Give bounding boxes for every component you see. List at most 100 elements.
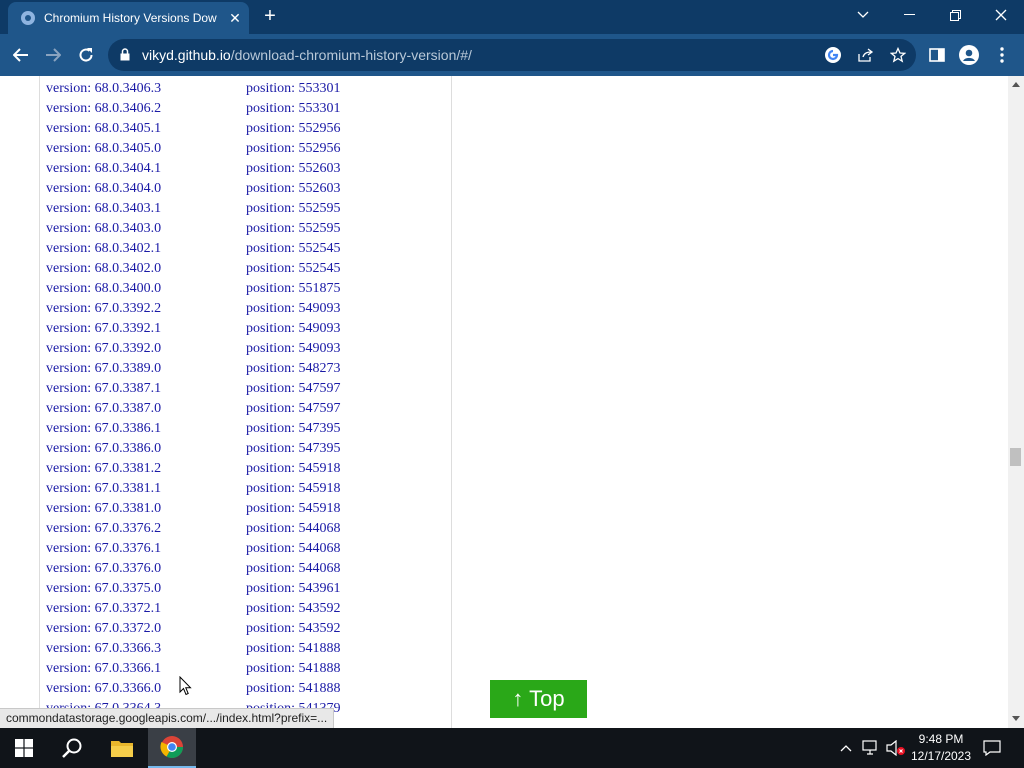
position-link[interactable]: position: 552603 [246,181,341,197]
position-link[interactable]: position: 543592 [246,601,341,617]
reload-icon[interactable] [73,42,99,68]
position-link[interactable]: position: 541888 [246,681,341,697]
browser-tab[interactable]: Chromium History Versions Dow ✕ [8,2,249,34]
version-link[interactable]: version: 68.0.3403.0 [46,221,161,237]
mouse-cursor-icon [179,676,192,696]
restore-button[interactable] [932,0,978,30]
side-panel-icon[interactable] [924,42,950,68]
version-link[interactable]: version: 67.0.3372.0 [46,621,161,637]
version-link[interactable]: version: 67.0.3376.2 [46,521,161,537]
version-link[interactable]: version: 67.0.3376.0 [46,561,161,577]
position-link[interactable]: position: 552545 [246,261,341,277]
network-icon[interactable] [860,728,882,768]
version-link[interactable]: version: 67.0.3366.3 [46,641,161,657]
volume-muted-icon[interactable] [884,728,908,768]
version-link[interactable]: version: 68.0.3406.2 [46,101,161,117]
clock-time: 9:48 PM [918,732,964,746]
version-link[interactable]: version: 67.0.3386.0 [46,441,161,457]
scroll-down-arrow-icon[interactable] [1012,716,1020,721]
position-link[interactable]: position: 545918 [246,501,341,517]
version-link[interactable]: version: 68.0.3402.1 [46,241,161,257]
position-link[interactable]: position: 553301 [246,101,341,117]
position-link[interactable]: position: 552545 [246,241,341,257]
tray-chevron-up-icon[interactable] [838,728,854,768]
file-explorer-icon[interactable] [98,728,146,768]
position-link[interactable]: position: 547597 [246,401,341,417]
version-link[interactable]: version: 68.0.3405.0 [46,141,161,157]
search-icon[interactable] [48,728,96,768]
position-link[interactable]: position: 548273 [246,361,341,377]
minimize-button[interactable] [886,0,932,30]
version-link[interactable]: version: 67.0.3381.2 [46,461,161,477]
version-link[interactable]: version: 67.0.3372.1 [46,601,161,617]
version-link[interactable]: version: 68.0.3404.0 [46,181,161,197]
version-link[interactable]: version: 67.0.3387.0 [46,401,161,417]
position-link[interactable]: position: 544068 [246,541,341,557]
close-tab-icon[interactable]: ✕ [226,10,244,27]
url-text[interactable]: vikyd.github.io/download-chromium-histor… [142,47,472,63]
version-link[interactable]: version: 68.0.3400.0 [46,281,161,297]
system-clock[interactable]: 9:48 PM 12/17/2023 [908,731,974,765]
version-link[interactable]: version: 67.0.3366.1 [46,661,161,677]
version-link[interactable]: version: 67.0.3366.0 [46,681,161,697]
version-link[interactable]: version: 68.0.3406.3 [46,81,161,97]
notification-icon[interactable] [980,728,1004,768]
back-arrow-icon[interactable] [8,42,34,68]
version-link[interactable]: version: 67.0.3375.0 [46,581,161,597]
chrome-taskbar-icon[interactable] [148,728,196,768]
version-link[interactable]: version: 67.0.3392.1 [46,321,161,337]
position-link[interactable]: position: 544068 [246,521,341,537]
version-link[interactable]: version: 67.0.3381.0 [46,501,161,517]
scroll-up-arrow-icon[interactable] [1012,82,1020,87]
close-window-button[interactable] [978,0,1024,30]
version-link[interactable]: version: 67.0.3387.1 [46,381,161,397]
position-link[interactable]: position: 552956 [246,141,341,157]
new-tab-button[interactable]: + [260,6,280,26]
version-link[interactable]: version: 67.0.3381.1 [46,481,161,497]
google-lens-icon[interactable] [823,45,843,65]
back-to-top-button[interactable]: ↑ Top [490,680,587,718]
position-link[interactable]: position: 543961 [246,581,341,597]
position-link[interactable]: position: 549093 [246,321,341,337]
position-link[interactable]: position: 545918 [246,481,341,497]
windows-start-icon[interactable] [0,728,48,768]
version-link[interactable]: version: 67.0.3389.0 [46,361,161,377]
version-link[interactable]: version: 68.0.3405.1 [46,121,161,137]
page-scrollbar[interactable] [1008,76,1024,728]
lock-icon[interactable] [120,48,130,61]
position-link[interactable]: position: 545918 [246,461,341,477]
profile-avatar-icon[interactable] [956,42,982,68]
position-link[interactable]: position: 552595 [246,201,341,217]
menu-kebab-icon[interactable] [989,42,1015,68]
position-link[interactable]: position: 552956 [246,121,341,137]
version-link[interactable]: version: 67.0.3376.1 [46,541,161,557]
position-link[interactable]: position: 541888 [246,661,341,677]
position-link[interactable]: position: 549093 [246,301,341,317]
version-link[interactable]: version: 68.0.3402.0 [46,261,161,277]
address-bar[interactable]: vikyd.github.io/download-chromium-histor… [108,39,916,71]
position-link[interactable]: position: 553301 [246,81,341,97]
version-link[interactable]: version: 67.0.3392.2 [46,301,161,317]
version-link[interactable]: version: 68.0.3403.1 [46,201,161,217]
position-link[interactable]: position: 547395 [246,421,341,437]
position-link[interactable]: position: 547597 [246,381,341,397]
version-link[interactable]: version: 67.0.3392.0 [46,341,161,357]
version-link[interactable]: version: 67.0.3386.1 [46,421,161,437]
position-link[interactable]: position: 544068 [246,561,341,577]
version-link[interactable]: version: 68.0.3404.1 [46,161,161,177]
forward-arrow-icon[interactable] [40,42,66,68]
bookmark-star-icon[interactable] [888,45,908,65]
position-link[interactable]: position: 549093 [246,341,341,357]
url-path: /download-chromium-history-version/#/ [230,47,472,63]
position-link[interactable]: position: 547395 [246,441,341,457]
version-list-panel: version: 68.0.3406.3 position: 553301 vers… [39,76,452,728]
share-icon[interactable] [856,45,876,65]
tab-search-chevron-down-icon[interactable] [840,0,886,30]
position-link[interactable]: position: 552603 [246,161,341,177]
scroll-thumb[interactable] [1010,448,1021,466]
position-link[interactable]: position: 541888 [246,641,341,657]
position-link[interactable]: position: 552595 [246,221,341,237]
tab-title: Chromium History Versions Dow [44,11,217,25]
position-link[interactable]: position: 551875 [246,281,341,297]
position-link[interactable]: position: 543592 [246,621,341,637]
